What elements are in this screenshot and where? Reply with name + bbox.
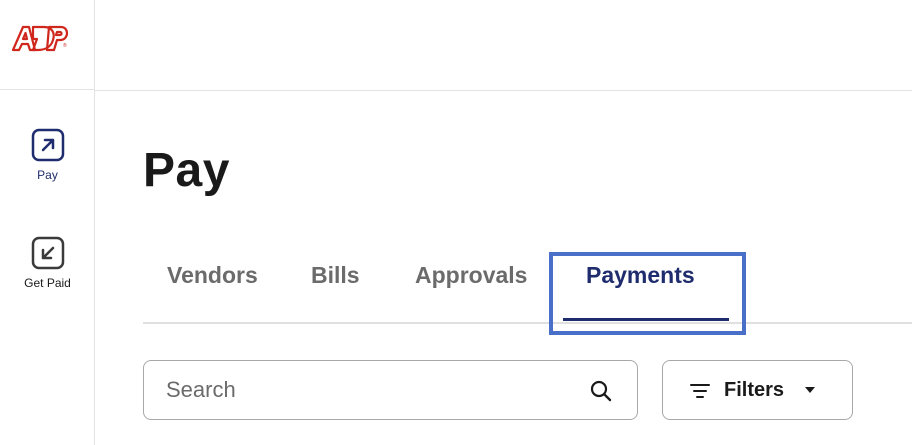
- sidebar-item-get-paid[interactable]: Get Paid: [0, 236, 95, 290]
- filters-label: Filters: [724, 379, 785, 401]
- arrow-down-left-icon: [31, 236, 64, 270]
- search-box: [143, 360, 638, 420]
- tab-bills[interactable]: Bills: [311, 262, 360, 289]
- logo-area: ®: [0, 0, 95, 90]
- sidebar-item-label: Get Paid: [24, 276, 71, 290]
- tab-baseline: [143, 322, 912, 324]
- tab-vendors[interactable]: Vendors: [167, 262, 258, 289]
- arrow-up-right-icon: [31, 128, 64, 162]
- filters-button[interactable]: Filters: [662, 360, 853, 420]
- page-title: Pay: [143, 144, 230, 197]
- tab-approvals[interactable]: Approvals: [415, 262, 527, 289]
- sidebar-item-label: Pay: [37, 168, 58, 182]
- sidebar: ® Pay Get Paid: [0, 0, 95, 445]
- tab-bar: Vendors Bills Approvals Payments: [143, 252, 912, 324]
- filter-lines-icon: [690, 384, 710, 398]
- active-tab-indicator: [563, 318, 729, 321]
- sidebar-item-pay[interactable]: Pay: [0, 128, 95, 182]
- search-icon[interactable]: [589, 379, 613, 403]
- search-input[interactable]: [166, 373, 566, 407]
- header-divider: [95, 90, 912, 91]
- caret-down-icon: [805, 387, 815, 393]
- registered-mark: ®: [63, 43, 67, 49]
- adp-logo[interactable]: [11, 24, 71, 52]
- tab-payments[interactable]: Payments: [586, 262, 695, 289]
